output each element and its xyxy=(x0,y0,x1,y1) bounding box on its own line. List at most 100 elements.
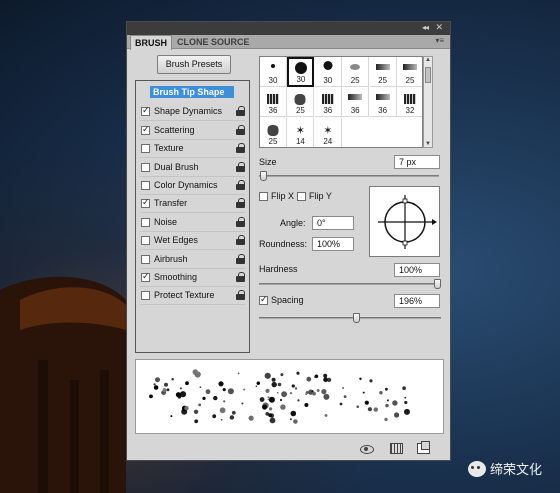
brush-tip-cell[interactable]: 36 xyxy=(342,87,370,118)
lock-icon[interactable] xyxy=(236,253,245,265)
option-noise[interactable]: Noise xyxy=(136,214,249,232)
flip-y-label: Flip Y xyxy=(309,191,332,201)
flip-x-label: Flip X xyxy=(271,191,295,201)
lock-icon[interactable] xyxy=(236,180,245,191)
brush-tip-cell[interactable]: 36 xyxy=(314,87,342,118)
spacing-checkbox[interactable] xyxy=(259,294,268,305)
transfer-label: Transfer xyxy=(154,198,188,209)
brush-tip-size: 25 xyxy=(295,106,305,116)
shape-dynamics-checkbox[interactable] xyxy=(141,105,150,117)
texture-checkbox[interactable] xyxy=(141,144,150,154)
brush-tip-cell[interactable]: 30 xyxy=(314,57,342,87)
size-slider-thumb[interactable] xyxy=(260,171,267,181)
show-grid-icon[interactable] xyxy=(390,443,403,454)
lock-icon[interactable] xyxy=(236,272,245,283)
option-brush-tip-shape[interactable]: Brush Tip Shape xyxy=(136,85,249,103)
brush-tip-size: 25 xyxy=(350,76,360,85)
brush-tip-size: 36 xyxy=(323,106,333,116)
size-field[interactable]: 7 px xyxy=(394,155,440,169)
option-protect-texture[interactable]: Protect Texture xyxy=(136,287,249,306)
option-smoothing[interactable]: Smoothing xyxy=(136,269,249,287)
protect-texture-checkbox[interactable] xyxy=(141,291,150,301)
panel-tabbar: BRUSH CLONE SOURCE ▾≡ xyxy=(127,35,450,50)
lock-icon[interactable] xyxy=(236,290,245,301)
hardness-field[interactable]: 100% xyxy=(394,263,440,277)
size-label: Size xyxy=(259,157,277,167)
lock-icon[interactable] xyxy=(236,198,245,209)
option-shape-dynamics[interactable]: Shape Dynamics xyxy=(136,103,249,122)
create-new-brush-icon[interactable] xyxy=(417,441,430,454)
brush-tip-cell[interactable]: 25 xyxy=(369,57,397,87)
toggle-live-tip-icon[interactable] xyxy=(360,443,374,454)
lock-icon[interactable] xyxy=(236,235,245,246)
dual-brush-checkbox[interactable] xyxy=(141,162,150,172)
spacing-field[interactable]: 196% xyxy=(394,294,440,308)
option-wet-edges[interactable]: Wet Edges xyxy=(136,232,249,251)
brush-tip-scrollbar[interactable]: ▲ ▼ xyxy=(423,56,433,148)
brush-tip-cell[interactable]: 36 xyxy=(260,87,287,118)
roundness-label: Roundness: xyxy=(259,239,308,249)
wet-edges-checkbox[interactable] xyxy=(141,236,150,246)
option-texture[interactable]: Texture xyxy=(136,140,249,159)
dual-brush-label: Dual Brush xyxy=(154,161,199,172)
spacing-slider-thumb[interactable] xyxy=(352,313,360,323)
brush-tip-cell[interactable]: ✶ 24 xyxy=(314,117,342,147)
brush-tip-grid: 30 30 30 25 25 25 36 25 36 36 36 32 25 ✶ 14 ✶ 24 xyxy=(259,56,423,148)
brush-tip-star-icon: ✶ xyxy=(295,124,305,137)
brush-tip-cell[interactable]: 25 xyxy=(397,57,422,87)
spacing-slider-track[interactable] xyxy=(259,317,441,319)
panel-menu-icon[interactable]: ▾≡ xyxy=(435,36,444,45)
noise-checkbox[interactable] xyxy=(141,217,150,227)
flip-y-checkbox[interactable] xyxy=(297,192,306,201)
lock-icon[interactable] xyxy=(236,143,245,154)
flip-x-checkbox[interactable] xyxy=(259,192,268,201)
angle-field[interactable]: 0° xyxy=(312,216,354,230)
option-airbrush[interactable]: Airbrush xyxy=(136,251,249,269)
brush-tip-stroke-icon xyxy=(403,64,417,70)
option-color-dynamics[interactable]: Color Dynamics xyxy=(136,177,249,195)
option-transfer[interactable]: Transfer xyxy=(136,195,249,214)
lock-icon[interactable] xyxy=(236,161,245,173)
color-dynamics-checkbox[interactable] xyxy=(141,181,150,190)
lock-icon[interactable] xyxy=(236,216,245,228)
brush-tip-cell[interactable]: 32 xyxy=(397,87,422,118)
brush-tip-size: 24 xyxy=(323,136,333,146)
brush-tip-cell[interactable]: 25 xyxy=(342,57,370,87)
hardness-slider-track[interactable] xyxy=(259,283,441,285)
brush-tip-blob-icon xyxy=(267,124,279,136)
lock-icon[interactable] xyxy=(236,124,245,136)
transfer-checkbox[interactable] xyxy=(141,197,150,209)
scroll-up-icon[interactable]: ▲ xyxy=(425,57,431,63)
smoothing-checkbox[interactable] xyxy=(141,271,150,282)
roundness-field[interactable]: 100% xyxy=(312,237,354,251)
airbrush-checkbox[interactable] xyxy=(141,254,150,264)
tab-clone-source[interactable]: CLONE SOURCE xyxy=(173,35,254,49)
brush-tip-cell[interactable]: 25 xyxy=(287,87,315,118)
panel-bottom-bar xyxy=(127,438,450,460)
option-scattering[interactable]: Scattering xyxy=(136,122,249,140)
brush-tip-oval-icon xyxy=(350,64,361,70)
tab-brush[interactable]: BRUSH xyxy=(130,35,173,50)
brush-tip-cell[interactable]: 36 xyxy=(369,87,397,118)
scattering-checkbox[interactable] xyxy=(141,124,150,135)
close-panel-icon[interactable]: ✕ xyxy=(435,22,443,33)
lock-icon[interactable] xyxy=(236,106,245,117)
scroll-down-icon[interactable]: ▼ xyxy=(425,141,431,147)
hardness-slider-thumb[interactable] xyxy=(434,279,441,289)
brush-presets-button[interactable]: Brush Presets xyxy=(157,55,231,74)
brush-tip-size: 30 xyxy=(323,76,333,85)
scroll-thumb[interactable] xyxy=(425,67,431,83)
brush-tip-cell[interactable]: 30 xyxy=(287,57,315,87)
brush-tip-shape-label: Brush Tip Shape xyxy=(150,86,234,98)
brush-tip-size: 36 xyxy=(378,106,388,116)
brush-tip-dot-sm-icon xyxy=(271,64,275,68)
brush-tip-cell[interactable]: 25 xyxy=(260,117,287,147)
brush-tip-cell[interactable]: ✶ 14 xyxy=(287,117,315,147)
size-slider-track[interactable] xyxy=(259,175,439,177)
brush-tip-stroke-icon xyxy=(375,94,390,101)
collapse-panel-icon[interactable]: ◂◂ xyxy=(422,23,429,32)
brush-tip-cell[interactable]: 30 xyxy=(260,57,287,87)
watermark-text: 缔荣文化 xyxy=(490,462,543,477)
option-dual-brush[interactable]: Dual Brush xyxy=(136,159,249,177)
angle-roundness-widget[interactable] xyxy=(369,186,440,257)
